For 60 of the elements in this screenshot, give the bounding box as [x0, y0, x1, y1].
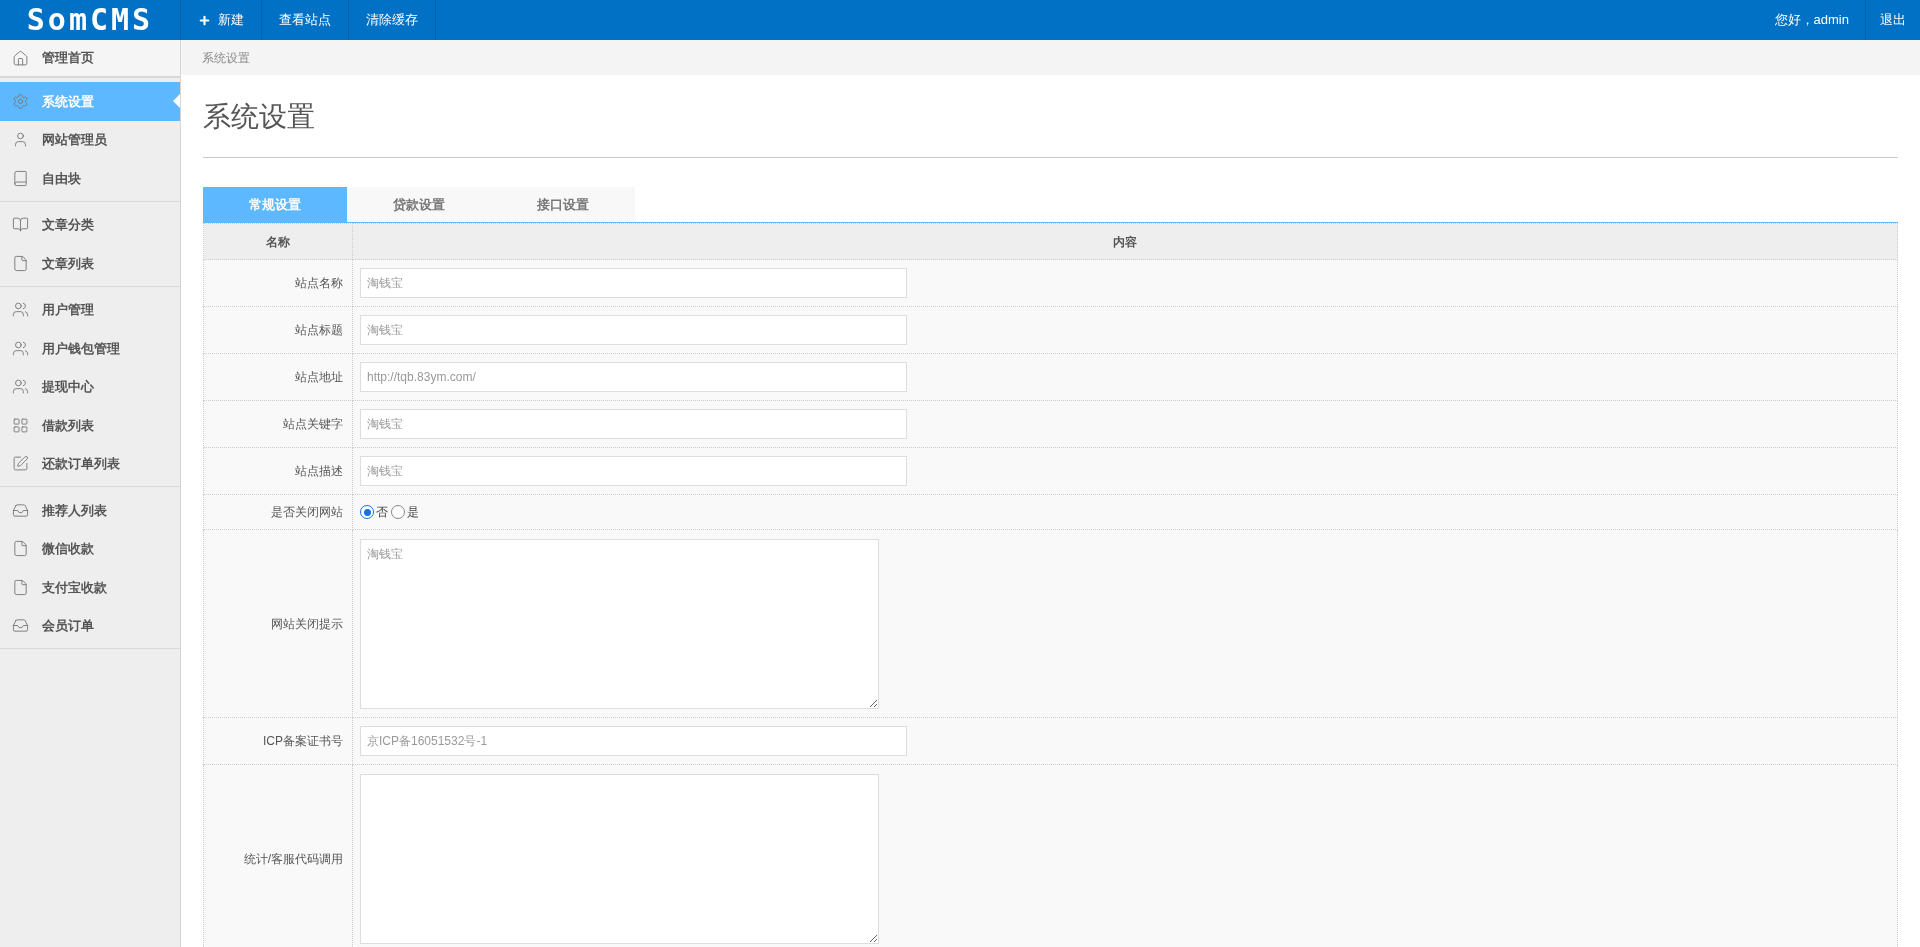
open-book-icon [12, 216, 29, 234]
tab[interactable]: 贷款设置 [347, 187, 491, 222]
column-header: 名称 [203, 223, 353, 260]
field-label: 网站关闭提示 [203, 529, 353, 718]
field-label: 站点关键字 [203, 400, 353, 448]
radio-label: 是 [407, 504, 419, 521]
radio-label: 否 [376, 504, 388, 521]
selection-notch-icon [173, 94, 180, 109]
radio-button[interactable] [360, 505, 374, 519]
breadcrumb-text: 系统设置 [202, 49, 250, 67]
book-icon [12, 169, 29, 187]
sidebar-item[interactable]: 管理首页 [0, 40, 180, 76]
sidebar-item[interactable]: 还款订单列表 [0, 444, 180, 483]
sidebar-item[interactable]: 提现中心 [0, 367, 180, 406]
sidebar-item[interactable]: 用户管理 [0, 290, 180, 329]
page-title: 系统设置 [203, 100, 316, 134]
users-icon [12, 378, 29, 396]
users-icon [12, 339, 29, 357]
home-icon [12, 49, 29, 67]
grid-icon [12, 416, 29, 434]
text-input[interactable]: http://tqb.83ym.com/ [360, 362, 907, 392]
text-input[interactable]: 京ICP备16051532号-1 [360, 726, 907, 756]
sidebar-item[interactable]: 支付宝收款 [0, 568, 180, 607]
tab[interactable]: 接口设置 [491, 187, 635, 222]
field-label: ICP备案证书号 [203, 717, 353, 765]
greeting-text: 您好，admin [1774, 11, 1850, 30]
plus-icon [198, 13, 211, 27]
column-header: 内容 [352, 223, 1898, 260]
sidebar-item[interactable]: 会员订单 [0, 606, 180, 645]
user-icon [12, 131, 29, 149]
field-label: 是否关闭网站 [203, 494, 353, 530]
textarea-field[interactable]: 淘钱宝 [360, 538, 879, 709]
file-icon [12, 254, 29, 272]
field-label: 站点标题 [203, 306, 353, 354]
logo: SomCMS [26, 5, 154, 35]
field-label: 统计/客服代码调用 [203, 764, 353, 947]
sidebar-item[interactable]: 推荐人列表 [0, 491, 180, 530]
sidebar-item[interactable]: 微信收款 [0, 529, 180, 568]
sidebar-item[interactable]: 用户钱包管理 [0, 329, 180, 368]
text-input[interactable]: 淘钱宝 [360, 315, 907, 345]
file-icon [12, 540, 29, 558]
field-label: 站点地址 [203, 353, 353, 401]
sidebar-item[interactable]: 文章列表 [0, 244, 180, 283]
users-icon [12, 301, 29, 319]
text-input[interactable]: 淘钱宝 [360, 409, 907, 439]
radio-button[interactable] [391, 505, 405, 519]
edit-icon [12, 455, 29, 473]
text-input[interactable]: 淘钱宝 [360, 268, 907, 298]
sidebar-item[interactable]: 自由块 [0, 159, 180, 198]
settings-icon [12, 92, 29, 110]
textarea-field[interactable] [360, 773, 879, 944]
inbox-icon [12, 617, 29, 635]
sidebar-item[interactable]: 网站管理员 [0, 120, 180, 159]
text-input[interactable]: 淘钱宝 [360, 456, 907, 486]
field-label: 站点描述 [203, 447, 353, 495]
field-label: 站点名称 [203, 259, 353, 307]
file-icon [12, 578, 29, 596]
sidebar-item[interactable]: 文章分类 [0, 205, 180, 244]
inbox-icon [12, 501, 29, 519]
sidebar-item[interactable]: 借款列表 [0, 406, 180, 445]
